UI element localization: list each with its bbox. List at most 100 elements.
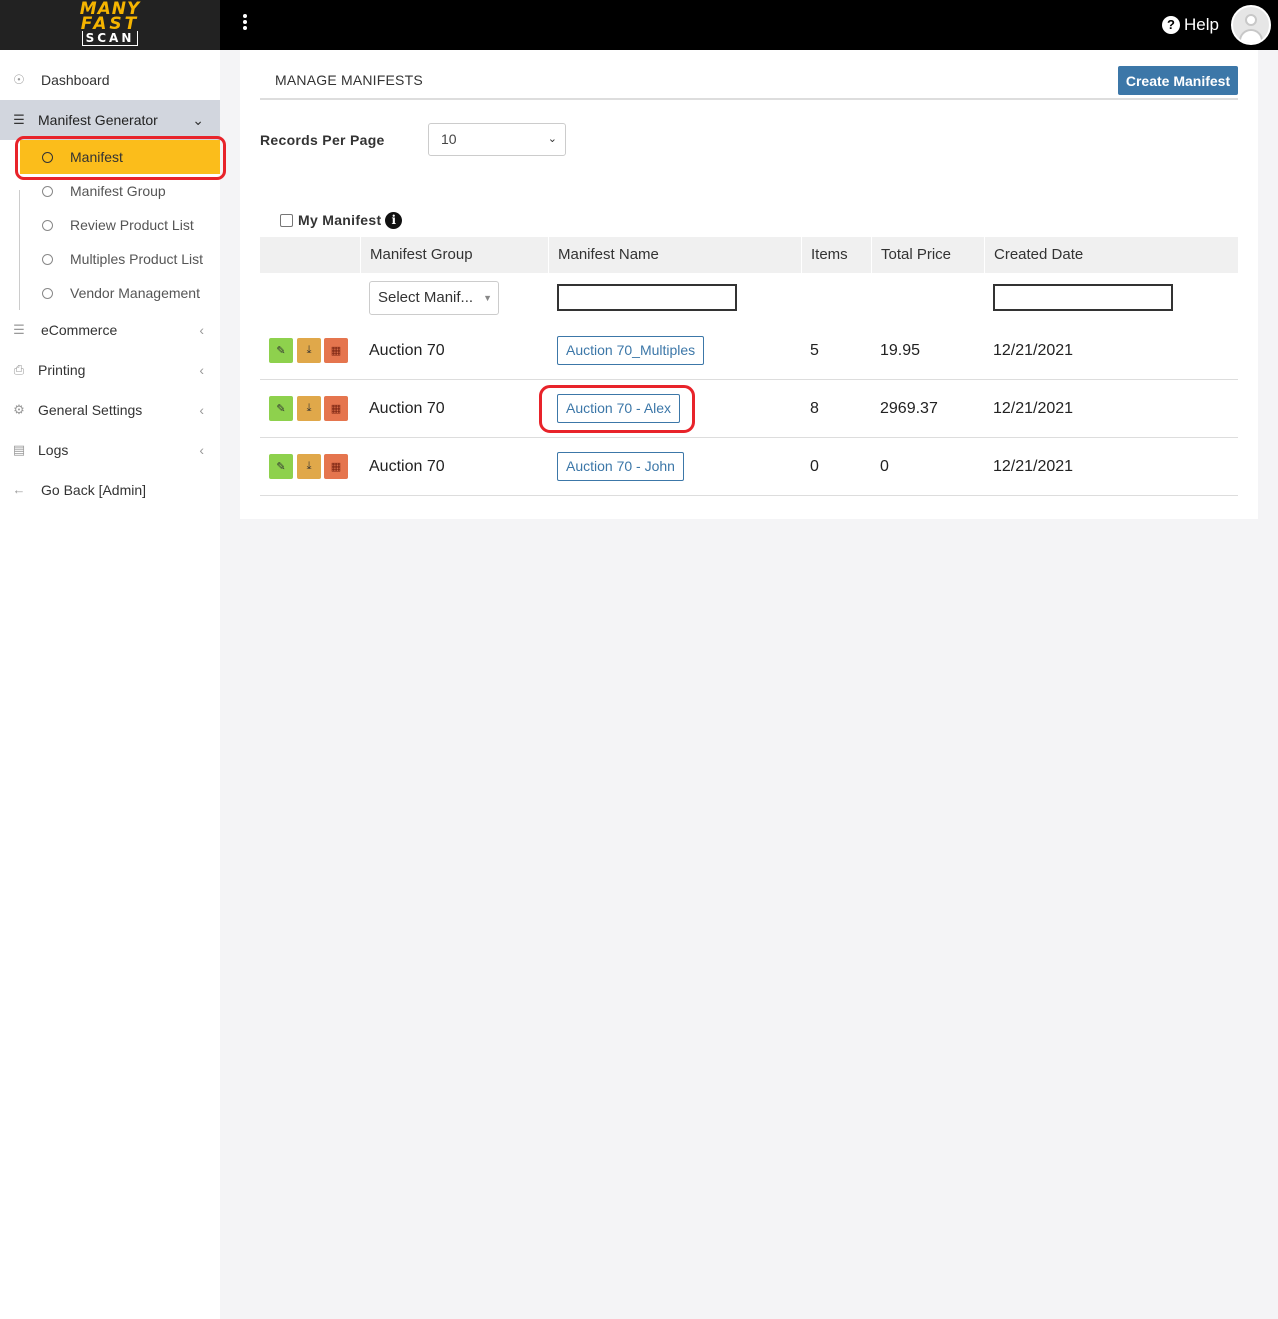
manifest-name-link[interactable]: Auction 70 - John: [557, 452, 684, 481]
logo-line-3: SCAN: [82, 31, 138, 46]
circle-icon: [42, 151, 53, 163]
sidebar-item-label: Logs: [38, 442, 69, 458]
sidebar-item-ecommerce[interactable]: ☰ eCommerce ‹: [0, 310, 220, 350]
table-row: ✎ ⤓ ▦ Auction 70 Auction 70 - John 0 0 1…: [260, 438, 1238, 496]
column-header-manifest-name[interactable]: Manifest Name: [548, 237, 801, 273]
delete-trash-icon[interactable]: ▦: [324, 454, 348, 479]
total-price-cell: 19.95: [880, 342, 921, 359]
manifest-group-filter-placeholder: Select Manif...: [378, 289, 474, 306]
records-per-page-value: 10: [441, 131, 457, 147]
created-date-filter-input[interactable]: [993, 284, 1173, 311]
circle-icon: [42, 219, 53, 231]
create-manifest-button[interactable]: Create Manifest: [1118, 66, 1238, 95]
my-manifest-filter: My Manifest i: [280, 210, 403, 230]
items-cell: 8: [810, 400, 819, 417]
column-header-manifest-group[interactable]: Manifest Group: [360, 237, 548, 273]
sidebar-item-logs[interactable]: ▤ Logs ‹: [0, 430, 220, 470]
download-icon[interactable]: ⤓: [297, 454, 321, 479]
question-circle-icon: ?: [1162, 16, 1180, 34]
edit-pencil-icon[interactable]: ✎: [269, 454, 293, 479]
sidebar-item-manifest-generator[interactable]: ☰ Manifest Generator ⌄: [0, 100, 220, 140]
sidebar-subitem-manifest[interactable]: Manifest: [20, 140, 220, 174]
records-per-page-select[interactable]: 10 ⌄: [428, 123, 566, 156]
compass-icon: ☉: [13, 72, 25, 87]
edit-pencil-icon[interactable]: ✎: [269, 396, 293, 421]
sidebar-item-label: Manifest Generator: [38, 112, 158, 128]
total-price-cell: 2969.37: [880, 400, 938, 417]
help-link[interactable]: ? Help: [1162, 14, 1219, 36]
sidebar-subitem-label: Manifest: [70, 149, 123, 165]
gears-icon: ⚙: [13, 402, 25, 417]
sidebar-subitem-manifest-group[interactable]: Manifest Group: [20, 174, 220, 208]
sidebar-item-label: Go Back [Admin]: [41, 482, 147, 498]
manifest-group-filter-select[interactable]: Select Manif... ▼: [369, 281, 499, 315]
sidebar-subitem-vendor-management[interactable]: Vendor Management: [20, 276, 220, 310]
table-header: Manifest Group Manifest Name Items Total…: [260, 237, 1238, 273]
delete-trash-icon[interactable]: ▦: [324, 396, 348, 421]
help-label: Help: [1184, 15, 1219, 34]
sidebar-item-go-back-admin[interactable]: ← Go Back [Admin]: [0, 470, 220, 510]
user-avatar[interactable]: [1231, 5, 1271, 45]
manifest-group-cell: Auction 70: [369, 458, 445, 475]
items-cell: 0: [810, 458, 819, 475]
sidebar-item-dashboard[interactable]: ☉ Dashboard: [0, 60, 220, 100]
manifest-group-cell: Auction 70: [369, 342, 445, 359]
page-title: MANAGE MANIFESTS: [275, 72, 423, 88]
delete-trash-icon[interactable]: ▦: [324, 338, 348, 363]
sidebar-subitem-label: Vendor Management: [70, 285, 200, 301]
table-row: ✎ ⤓ ▦ Auction 70 Auction 70 - Alex 8 296…: [260, 380, 1238, 438]
column-header-total-price[interactable]: Total Price: [871, 237, 984, 273]
created-date-cell: 12/21/2021: [993, 342, 1074, 359]
created-date-cell: 12/21/2021: [993, 400, 1074, 417]
sidebar-subitem-label: Multiples Product List: [70, 251, 204, 267]
records-per-page-label: Records Per Page: [260, 132, 385, 148]
manifest-name-link[interactable]: Auction 70_Multiples: [557, 336, 705, 365]
total-price-cell: 0: [880, 458, 889, 475]
sidebar-subitem-label: Manifest Group: [70, 183, 166, 199]
circle-icon: [42, 287, 53, 299]
circle-icon: [42, 253, 53, 265]
sidebar-item-label: General Settings: [38, 402, 143, 418]
items-cell: 5: [810, 342, 819, 359]
sidebar: ☉ Dashboard ☰ Manifest Generator ⌄ Manif…: [0, 50, 226, 1319]
logo-area: MANY FAST SCAN: [0, 0, 220, 50]
manifest-name-link[interactable]: Auction 70 - Alex: [557, 394, 681, 423]
top-bar: MANY FAST SCAN ? Help: [0, 0, 1278, 50]
chevron-left-icon: ‹: [199, 362, 204, 378]
download-icon[interactable]: ⤓: [297, 396, 321, 421]
manifest-group-cell: Auction 70: [369, 400, 445, 417]
list-icon: ☰: [13, 322, 25, 337]
printer-icon: ⎙: [13, 362, 25, 377]
arrow-left-icon: ←: [12, 482, 26, 497]
created-date-cell: 12/21/2021: [993, 458, 1074, 475]
manage-manifests-card: MANAGE MANIFESTS Create Manifest Records…: [240, 50, 1258, 519]
sidebar-subitem-label: Review Product List: [70, 217, 194, 233]
column-header-items[interactable]: Items: [801, 237, 871, 273]
chevron-left-icon: ‹: [199, 322, 204, 338]
info-icon[interactable]: i: [385, 211, 403, 229]
list-icon: ☰: [13, 112, 25, 127]
circle-icon: [42, 185, 53, 197]
chevron-down-icon: ⌄: [192, 111, 204, 128]
sidebar-item-label: Dashboard: [41, 72, 110, 88]
table-row: ✎ ⤓ ▦ Auction 70 Auction 70_Multiples 5 …: [260, 322, 1238, 380]
manifest-name-filter-input[interactable]: [557, 284, 737, 311]
chevron-left-icon: ‹: [199, 442, 204, 458]
download-icon[interactable]: ⤓: [297, 338, 321, 363]
chevron-left-icon: ‹: [199, 402, 204, 418]
caret-down-icon: ▼: [483, 293, 492, 303]
sidebar-item-label: Printing: [38, 362, 86, 378]
sidebar-item-general-settings[interactable]: ⚙ General Settings ‹: [0, 390, 220, 430]
sidebar-toggle-kebab-icon[interactable]: [241, 13, 249, 37]
logo-line-2: FAST: [80, 14, 140, 34]
page-header: MANAGE MANIFESTS Create Manifest: [260, 50, 1238, 100]
column-header-created-date[interactable]: Created Date: [984, 237, 1238, 273]
my-manifest-checkbox[interactable]: [280, 213, 293, 227]
logo[interactable]: MANY FAST SCAN: [78, 1, 142, 48]
sidebar-subitem-review-product-list[interactable]: Review Product List: [20, 208, 220, 242]
sidebar-item-label: eCommerce: [41, 322, 118, 338]
edit-pencil-icon[interactable]: ✎: [269, 338, 293, 363]
sidebar-subitem-multiples-product-list[interactable]: Multiples Product List: [20, 242, 220, 276]
chevron-down-icon: ⌄: [547, 133, 557, 145]
sidebar-item-printing[interactable]: ⎙ Printing ‹: [0, 350, 220, 390]
